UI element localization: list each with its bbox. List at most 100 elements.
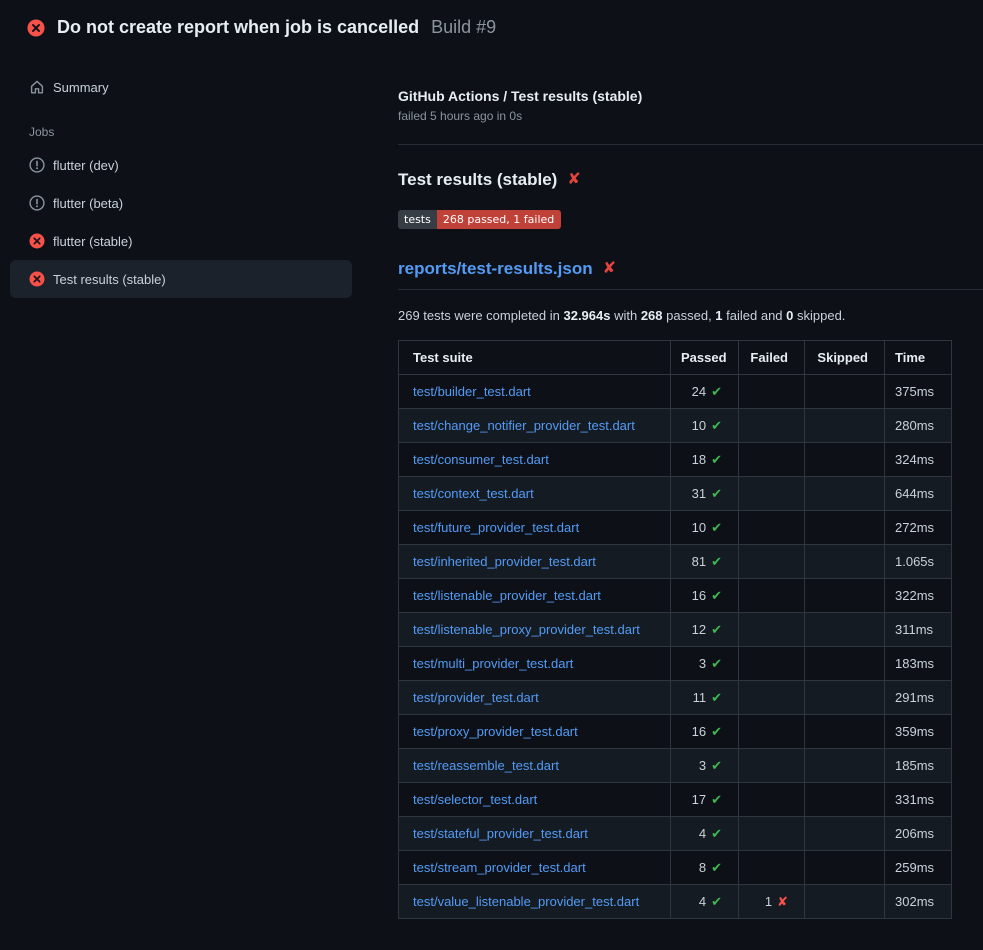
skipped-cell [805, 817, 885, 851]
suite-cell: test/builder_test.dart [399, 375, 671, 409]
failed-cell [739, 409, 805, 443]
skipped-cell [805, 715, 885, 749]
failed-cell [739, 783, 805, 817]
test-suite-link[interactable]: test/stream_provider_test.dart [413, 860, 586, 875]
time-cell: 644ms [885, 477, 952, 511]
report-file-link[interactable]: reports/test-results.json [398, 259, 593, 279]
suite-cell: test/inherited_provider_test.dart [399, 545, 671, 579]
skipped-cell [805, 783, 885, 817]
alert-circle-icon [29, 195, 45, 211]
check-icon: ✔ [711, 792, 722, 807]
table-row: test/future_provider_test.dart10✔272ms [399, 511, 952, 545]
column-header: Passed [671, 341, 739, 375]
skipped-cell [805, 613, 885, 647]
skipped-cell [805, 885, 885, 919]
check-icon: ✔ [711, 690, 722, 705]
passed-count: 268 [641, 308, 663, 323]
passed-cell: 24✔ [671, 375, 739, 409]
check-icon: ✔ [711, 826, 722, 841]
time-cell: 331ms [885, 783, 952, 817]
table-body: test/builder_test.dart24✔375mstest/chang… [399, 375, 952, 919]
sidebar-summary-label: Summary [53, 80, 109, 95]
check-icon: ✔ [711, 384, 722, 399]
passed-cell: 31✔ [671, 477, 739, 511]
failed-cell [739, 613, 805, 647]
test-suite-link[interactable]: test/consumer_test.dart [413, 452, 549, 467]
home-icon [29, 79, 45, 95]
check-icon: ✔ [711, 554, 722, 569]
check-icon: ✔ [711, 452, 722, 467]
test-suite-link[interactable]: test/listenable_proxy_provider_test.dart [413, 622, 640, 637]
failed-cell [739, 443, 805, 477]
sidebar-item-job[interactable]: flutter (beta) [10, 184, 352, 222]
sidebar-item-job[interactable]: Test results (stable) [10, 260, 352, 298]
passed-cell: 81✔ [671, 545, 739, 579]
check-icon: ✔ [711, 894, 722, 909]
table-row: test/builder_test.dart 24✔ 375ms [399, 375, 952, 409]
x-circle-icon [29, 233, 45, 249]
skipped-cell [805, 409, 885, 443]
time-cell: 183ms [885, 647, 952, 681]
check-icon: ✔ [711, 588, 722, 603]
test-suite-link[interactable]: test/listenable_provider_test.dart [413, 588, 601, 603]
test-suite-link[interactable]: test/inherited_provider_test.dart [413, 554, 596, 569]
sidebar-jobs-list: flutter (dev) flutter (beta)flutter (stab… [10, 146, 352, 298]
table-row: test/context_test.dart 31✔ 644ms [399, 477, 952, 511]
passed-cell: 11✔ [671, 681, 739, 715]
table-row: test/change_notifier_provider_test.dart1… [399, 409, 952, 443]
failed-cell [739, 375, 805, 409]
total-duration: 32.964s [563, 308, 610, 323]
check-icon: ✔ [711, 486, 722, 501]
workflow-run-title: Do not create report when job is cancell… [57, 17, 419, 38]
summary-line: 269 tests were completed in 32.964s with… [398, 308, 983, 323]
skipped-cell [805, 477, 885, 511]
sidebar-item-job[interactable]: flutter (stable) [10, 222, 352, 260]
check-icon: ✔ [711, 860, 722, 875]
failed-cell [739, 851, 805, 885]
sidebar-item-summary[interactable]: Summary [10, 68, 352, 106]
test-suite-link[interactable]: test/change_notifier_provider_test.dart [413, 418, 635, 433]
jobs-section-label: Jobs [10, 106, 352, 146]
sidebar: Summary Jobs flutter (dev) flutter (beta)… [0, 51, 398, 298]
passed-cell: 16✔ [671, 579, 739, 613]
test-suite-link[interactable]: test/provider_test.dart [413, 690, 539, 705]
results-table: Test suitePassedFailedSkippedTime test/b… [398, 340, 952, 919]
test-suite-link[interactable]: test/future_provider_test.dart [413, 520, 579, 535]
x-icon: ✘ [777, 894, 788, 909]
report-title: reports/test-results.json ✘ [398, 259, 983, 290]
table-row: test/listenable_provider_test.dart16✔322… [399, 579, 952, 613]
section-title-text: Test results (stable) [398, 170, 557, 190]
test-suite-link[interactable]: test/stateful_provider_test.dart [413, 826, 588, 841]
test-suite-link[interactable]: test/selector_test.dart [413, 792, 537, 807]
time-cell: 375ms [885, 375, 952, 409]
skipped-cell [805, 851, 885, 885]
badge-value: 268 passed, 1 failed [437, 210, 561, 229]
time-cell: 359ms [885, 715, 952, 749]
test-suite-link[interactable]: test/proxy_provider_test.dart [413, 724, 578, 739]
failed-cell [739, 817, 805, 851]
table-row: test/reassemble_test.dart3✔185ms [399, 749, 952, 783]
table-row: test/proxy_provider_test.dart16✔359ms [399, 715, 952, 749]
main-layout: Summary Jobs flutter (dev) flutter (beta)… [0, 51, 983, 919]
cross-mark-icon: ✘ [603, 261, 616, 277]
time-cell: 311ms [885, 613, 952, 647]
table-row: test/provider_test.dart11✔291ms [399, 681, 952, 715]
table-row: test/inherited_provider_test.dart81✔1.06… [399, 545, 952, 579]
suite-cell: test/selector_test.dart [399, 783, 671, 817]
test-suite-link[interactable]: test/context_test.dart [413, 486, 534, 501]
run-meta: failed 5 hours ago in 0s [398, 109, 983, 123]
time-cell: 185ms [885, 749, 952, 783]
build-header: Do not create report when job is cancell… [0, 0, 983, 51]
time-cell: 302ms [885, 885, 952, 919]
failed-status-icon [27, 19, 45, 37]
skipped-cell [805, 681, 885, 715]
suite-cell: test/stream_provider_test.dart [399, 851, 671, 885]
job-label: flutter (dev) [53, 158, 119, 173]
test-suite-link[interactable]: test/value_listenable_provider_test.dart [413, 894, 639, 909]
test-suite-link[interactable]: test/multi_provider_test.dart [413, 656, 573, 671]
test-suite-link[interactable]: test/reassemble_test.dart [413, 758, 559, 773]
sidebar-item-job[interactable]: flutter (dev) [10, 146, 352, 184]
table-row: test/value_listenable_provider_test.dart… [399, 885, 952, 919]
time-cell: 280ms [885, 409, 952, 443]
test-suite-link[interactable]: test/builder_test.dart [413, 384, 531, 399]
